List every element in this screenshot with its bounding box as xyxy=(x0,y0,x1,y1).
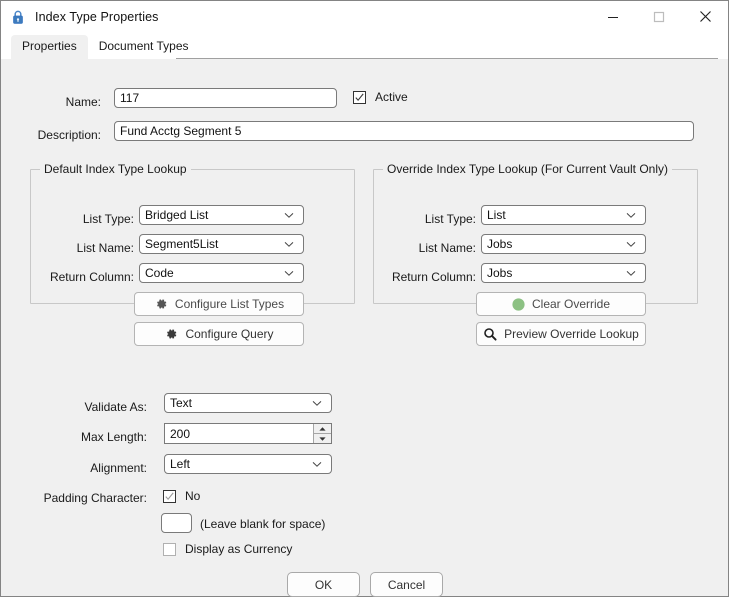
override-list-name-value: Jobs xyxy=(487,237,513,251)
description-input[interactable]: Fund Acctg Segment 5 xyxy=(114,121,694,141)
chevron-down-icon xyxy=(282,212,296,219)
default-return-column-value: Code xyxy=(145,266,174,280)
title-bar: Index Type Properties xyxy=(1,1,728,32)
override-list-name-label: List Name: xyxy=(418,241,476,255)
default-list-name-select[interactable]: Segment5List xyxy=(139,234,304,254)
padding-character-checkbox[interactable]: No xyxy=(163,489,200,503)
chevron-down-icon xyxy=(310,400,324,407)
index-type-properties-window: Index Type Properties Properties Documen… xyxy=(0,0,729,597)
validate-as-label: Validate As: xyxy=(84,400,147,414)
gear-icon xyxy=(154,297,168,311)
alignment-value: Left xyxy=(170,457,191,471)
gear-icon xyxy=(164,327,178,341)
chevron-down-icon xyxy=(310,461,324,468)
max-length-spin-buttons xyxy=(313,424,331,443)
override-list-type-value: List xyxy=(487,208,506,222)
maximize-icon xyxy=(653,11,665,22)
clear-override-label: Clear Override xyxy=(531,297,611,311)
default-lookup-group-title: Default Index Type Lookup xyxy=(40,162,191,176)
description-input-value: Fund Acctg Segment 5 xyxy=(120,124,242,138)
cancel-button-label: Cancel xyxy=(387,577,426,592)
padding-character-checkbox-box xyxy=(163,489,176,503)
clear-override-button[interactable]: Clear Override xyxy=(476,292,646,316)
display-as-currency-checkbox-box xyxy=(163,542,176,556)
tab-document-types[interactable]: Document Types xyxy=(88,35,200,59)
tab-properties-label: Properties xyxy=(22,39,77,53)
override-return-column-label: Return Column: xyxy=(391,270,476,284)
padding-character-no-label: No xyxy=(185,489,201,503)
chevron-down-icon xyxy=(624,212,638,219)
spin-up-button[interactable] xyxy=(314,424,331,434)
dialog-client-area: Name: 117 Active Description: Fund Acctg… xyxy=(1,59,728,597)
green-circle-icon xyxy=(512,297,525,311)
minimize-icon xyxy=(608,16,618,18)
default-list-type-select[interactable]: Bridged List xyxy=(139,205,304,225)
max-length-stepper[interactable]: 200 xyxy=(164,423,332,444)
override-list-type-select[interactable]: List xyxy=(481,205,646,225)
display-as-currency-checkbox[interactable]: Display as Currency xyxy=(163,542,292,556)
configure-list-types-label: Configure List Types xyxy=(174,297,285,311)
name-input-value: 117 xyxy=(120,91,140,105)
override-return-column-value: Jobs xyxy=(487,266,513,280)
active-checkbox[interactable]: Active xyxy=(353,90,408,104)
display-as-currency-label: Display as Currency xyxy=(185,542,293,556)
window-controls xyxy=(590,1,728,32)
checkmark-icon xyxy=(165,492,174,500)
preview-override-lookup-button[interactable]: Preview Override Lookup xyxy=(476,322,646,346)
window-title: Index Type Properties xyxy=(35,9,159,24)
maximize-button[interactable] xyxy=(636,1,682,32)
checkmark-icon xyxy=(355,93,364,101)
configure-query-label: Configure Query xyxy=(185,327,274,341)
default-return-column-label: Return Column: xyxy=(49,270,134,284)
chevron-down-icon xyxy=(282,270,296,277)
ok-button-label: OK xyxy=(314,577,333,592)
configure-list-types-button[interactable]: Configure List Types xyxy=(134,292,304,316)
description-label: Description: xyxy=(37,128,101,142)
preview-override-lookup-label: Preview Override Lookup xyxy=(504,327,639,341)
chevron-down-icon xyxy=(282,241,296,248)
caret-down-icon xyxy=(319,436,326,441)
max-length-label: Max Length: xyxy=(80,430,147,444)
ok-button[interactable]: OK xyxy=(287,572,360,597)
default-list-name-value: Segment5List xyxy=(145,237,219,251)
validate-as-value: Text xyxy=(170,396,193,410)
override-lookup-group-title: Override Index Type Lookup (For Current … xyxy=(383,162,673,176)
override-return-column-select[interactable]: Jobs xyxy=(481,263,646,283)
lock-icon xyxy=(10,9,26,25)
chevron-down-icon xyxy=(624,241,638,248)
default-list-type-value: Bridged List xyxy=(145,208,209,222)
close-icon xyxy=(699,11,711,22)
search-icon xyxy=(483,327,497,341)
padding-character-label: Padding Character: xyxy=(43,491,147,505)
minimize-button[interactable] xyxy=(590,1,636,32)
alignment-select[interactable]: Left xyxy=(164,454,332,474)
active-checkbox-label: Active xyxy=(375,90,408,104)
max-length-value: 200 xyxy=(170,426,191,441)
default-list-name-label: List Name: xyxy=(76,241,134,255)
padding-character-input[interactable] xyxy=(161,513,192,533)
chevron-down-icon xyxy=(624,270,638,277)
default-return-column-select[interactable]: Code xyxy=(139,263,304,283)
name-input[interactable]: 117 xyxy=(114,88,337,108)
cancel-button[interactable]: Cancel xyxy=(370,572,443,597)
active-checkbox-box xyxy=(353,90,366,104)
close-button[interactable] xyxy=(682,1,728,32)
name-label: Name: xyxy=(65,95,101,109)
validate-as-select[interactable]: Text xyxy=(164,393,332,413)
caret-up-icon xyxy=(319,426,326,431)
override-list-name-select[interactable]: Jobs xyxy=(481,234,646,254)
tab-properties[interactable]: Properties xyxy=(11,35,88,59)
override-list-type-label: List Type: xyxy=(424,212,476,226)
padding-character-hint: (Leave blank for space) xyxy=(200,517,326,531)
tab-document-types-label: Document Types xyxy=(98,39,189,53)
alignment-label: Alignment: xyxy=(90,461,147,475)
default-list-type-label: List Type: xyxy=(82,212,134,226)
tab-strip: Properties Document Types xyxy=(1,32,728,59)
spin-down-button[interactable] xyxy=(314,434,331,443)
configure-query-button[interactable]: Configure Query xyxy=(134,322,304,346)
